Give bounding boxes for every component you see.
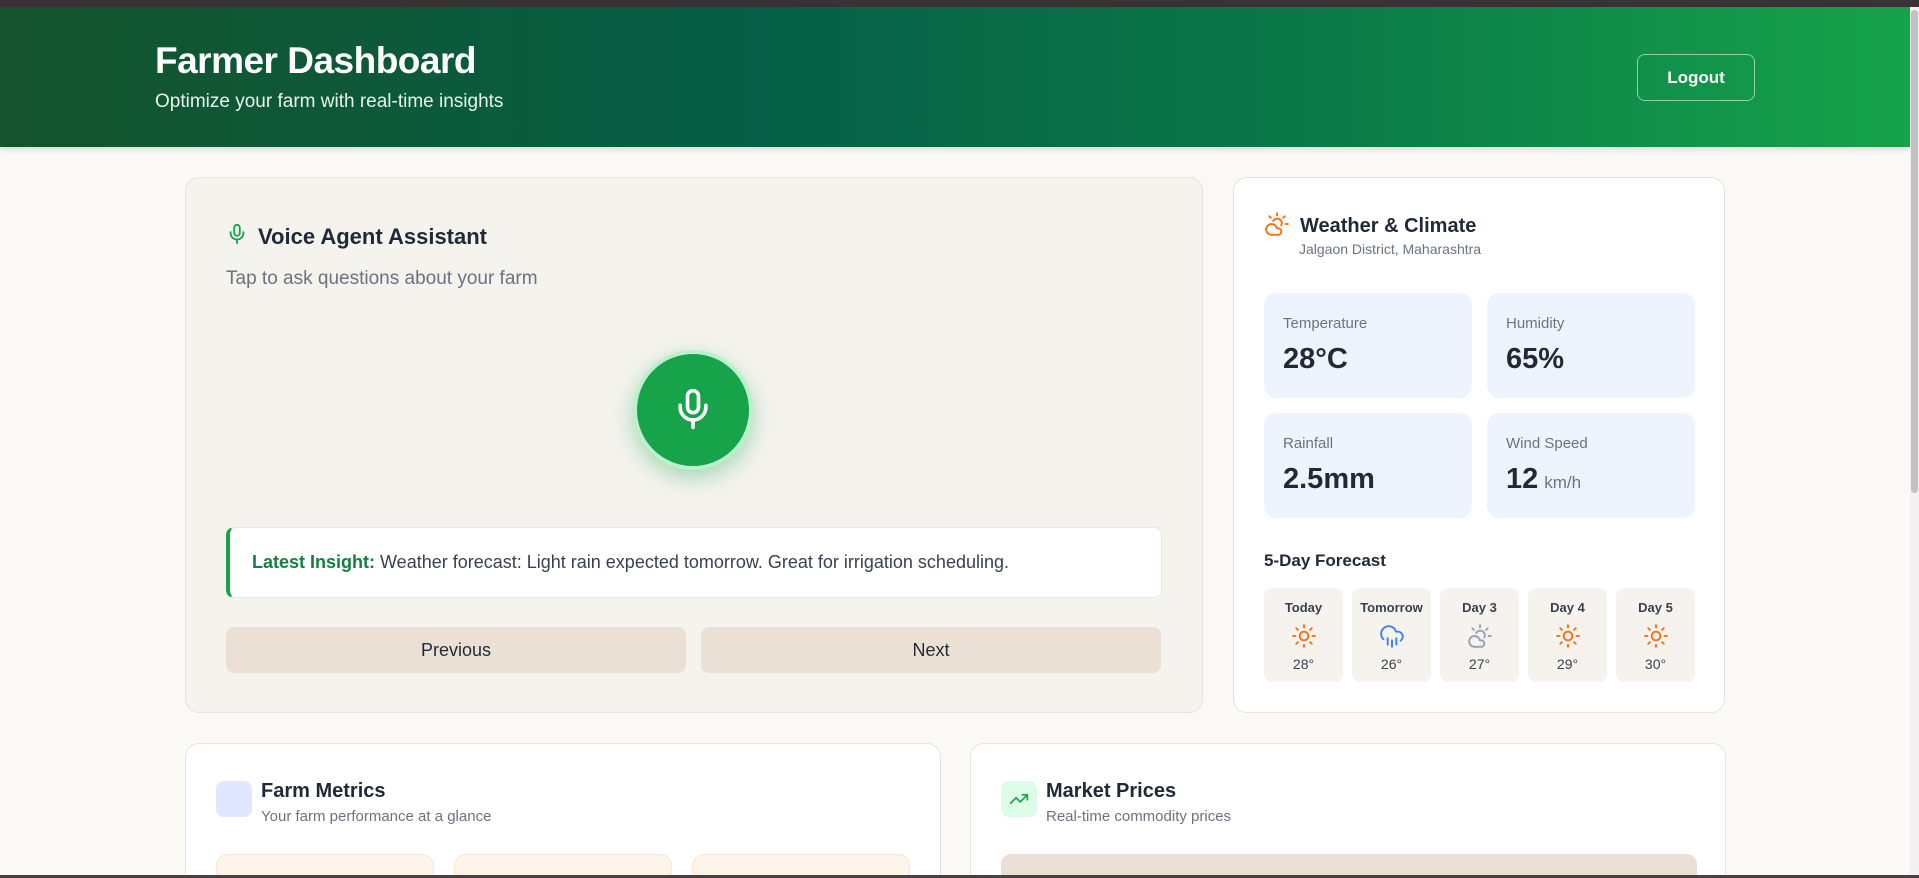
forecast-temp: 30° [1644, 656, 1667, 672]
voice-agent-card: Voice Agent Assistant Tap to ask questio… [185, 177, 1203, 713]
sun-cloud-icon [1264, 211, 1290, 242]
forecast-temp: 29° [1556, 656, 1579, 672]
voice-agent-heading: Voice Agent Assistant [226, 222, 487, 252]
wind-speed-tile: Wind Speed 12 km/h [1487, 413, 1695, 518]
microphone-icon [226, 222, 248, 252]
forecast-day: Today 28° [1264, 588, 1343, 682]
weather-card: Weather & Climate Jalgaon District, Maha… [1233, 177, 1725, 713]
forecast-temp: 26° [1380, 656, 1403, 672]
stat-value: 12 km/h [1506, 463, 1581, 496]
forecast-day: Tomorrow 26° [1352, 588, 1431, 682]
insight-text: Weather forecast: Light rain expected to… [375, 552, 1009, 572]
forecast-temp: 28° [1292, 656, 1315, 672]
sun-icon [1643, 623, 1669, 649]
next-button[interactable]: Next [701, 627, 1161, 673]
forecast-day-name: Tomorrow [1360, 600, 1423, 615]
latest-insight-box: Latest Insight: Weather forecast: Light … [226, 527, 1162, 598]
sun-icon [1555, 623, 1581, 649]
humidity-value: 65% [1506, 343, 1565, 375]
forecast-day: Day 5 30° [1616, 588, 1695, 682]
weather-heading: Weather & Climate [1264, 211, 1476, 242]
trending-up-icon [1001, 781, 1037, 817]
rain-cloud-icon [1379, 623, 1405, 649]
microphone-button[interactable] [633, 350, 753, 470]
stat-label: Humidity [1506, 315, 1565, 332]
forecast-temp: 27° [1468, 656, 1491, 672]
weather-title: Weather & Climate [1300, 215, 1477, 237]
page-subtitle: Optimize your farm with real-time insigh… [155, 91, 504, 112]
forecast-day-name: Day 3 [1462, 600, 1497, 615]
logout-button[interactable]: Logout [1637, 54, 1755, 101]
sun-icon [1291, 623, 1317, 649]
scrollbar-thumb[interactable] [1911, 10, 1918, 493]
stat-label: Temperature [1283, 315, 1368, 332]
farm-metrics-title: Farm Metrics [261, 780, 386, 802]
forecast-day-name: Today [1284, 600, 1323, 615]
microphone-icon [671, 384, 715, 437]
partly-cloudy-icon [1467, 623, 1493, 649]
stat-value: 2.5mm [1283, 463, 1375, 496]
insight-label: Latest Insight: [252, 552, 376, 572]
farm-metrics-subtitle: Your farm performance at a glance [261, 808, 492, 825]
metrics-icon [216, 781, 252, 817]
rainfall-value: 2.5mm [1283, 463, 1375, 495]
dashboard-header: Farmer Dashboard Optimize your farm with… [0, 7, 1910, 147]
weather-location: Jalgaon District, Maharashtra [1299, 241, 1482, 257]
voice-agent-subtitle: Tap to ask questions about your farm [226, 268, 538, 289]
wind-speed-value: 12 [1506, 463, 1539, 495]
forecast-day-name: Day 4 [1550, 600, 1585, 615]
forecast-day-name: Day 5 [1638, 600, 1673, 615]
temperature-tile: Temperature 28°C [1264, 293, 1472, 398]
wind-speed-unit: km/h [1544, 473, 1582, 492]
stat-label: Rainfall [1283, 435, 1334, 452]
stat-value: 28°C [1283, 343, 1348, 376]
market-prices-title: Market Prices [1046, 780, 1177, 802]
previous-button[interactable]: Previous [226, 627, 686, 673]
forecast-day: Day 3 27° [1440, 588, 1519, 682]
forecast-title: 5-Day Forecast [1264, 551, 1386, 570]
stat-value: 65% [1506, 343, 1564, 376]
browser-top-strip [0, 0, 1919, 7]
farm-metrics-card: Farm Metrics Your farm performance at a … [185, 743, 941, 878]
market-prices-subtitle: Real-time commodity prices [1046, 808, 1232, 825]
stat-label: Wind Speed [1506, 435, 1588, 452]
rainfall-tile: Rainfall 2.5mm [1264, 413, 1472, 518]
market-prices-card: Market Prices Real-time commodity prices [970, 743, 1726, 878]
page-title: Farmer Dashboard [155, 40, 477, 81]
temperature-value: 28°C [1283, 343, 1348, 375]
humidity-tile: Humidity 65% [1487, 293, 1695, 398]
voice-agent-title: Voice Agent Assistant [258, 224, 488, 249]
forecast-day: Day 4 29° [1528, 588, 1607, 682]
